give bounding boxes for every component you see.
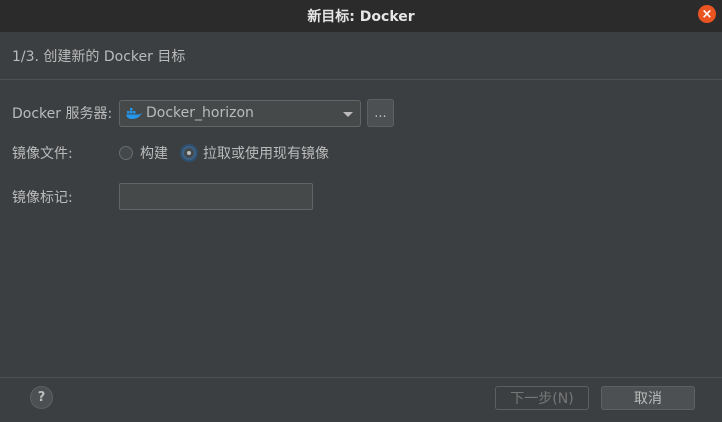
- help-button[interactable]: ?: [30, 386, 53, 409]
- dialog-footer: ? 下一步(N) 取消: [0, 377, 722, 422]
- browse-servers-label: ...: [374, 105, 387, 121]
- cancel-button[interactable]: 取消: [601, 386, 695, 410]
- close-button[interactable]: ×: [698, 5, 716, 23]
- docker-server-value: Docker_horizon: [146, 105, 254, 121]
- docker-whale-icon: [126, 108, 142, 119]
- image-source-radio-group: 构建 拉取或使用现有镜像: [119, 143, 343, 163]
- chevron-down-icon[interactable]: [343, 111, 353, 117]
- radio-option-build[interactable]: 构建: [119, 143, 168, 163]
- radio-build-label: 构建: [140, 146, 168, 162]
- image-tag-row: 镜像标记:: [12, 183, 313, 210]
- image-file-row: 镜像文件: 构建 拉取或使用现有镜像: [12, 143, 343, 163]
- browse-servers-button[interactable]: ...: [367, 99, 394, 127]
- image-tag-input[interactable]: [119, 183, 313, 210]
- next-button[interactable]: 下一步(N): [495, 386, 589, 410]
- radio-option-pull[interactable]: 拉取或使用现有镜像: [182, 143, 329, 163]
- question-icon: ?: [37, 390, 46, 405]
- title-bar: 新目标: Docker ×: [0, 0, 722, 32]
- step-title: 1/3. 创建新的 Docker 目标: [12, 48, 186, 65]
- radio-build[interactable]: [119, 146, 133, 160]
- docker-server-combobox[interactable]: Docker_horizon: [119, 99, 361, 127]
- image-file-label: 镜像文件:: [12, 146, 73, 162]
- image-tag-label: 镜像标记:: [12, 189, 73, 206]
- close-icon: ×: [701, 6, 713, 22]
- radio-pull[interactable]: [182, 146, 196, 160]
- docker-server-label: Docker 服务器:: [12, 106, 113, 122]
- docker-server-row: Docker 服务器: Docker_horizon ...: [12, 99, 394, 127]
- radio-pull-label: 拉取或使用现有镜像: [203, 146, 329, 162]
- window-title: 新目标: Docker: [307, 9, 415, 25]
- step-header: 1/3. 创建新的 Docker 目标: [0, 32, 722, 80]
